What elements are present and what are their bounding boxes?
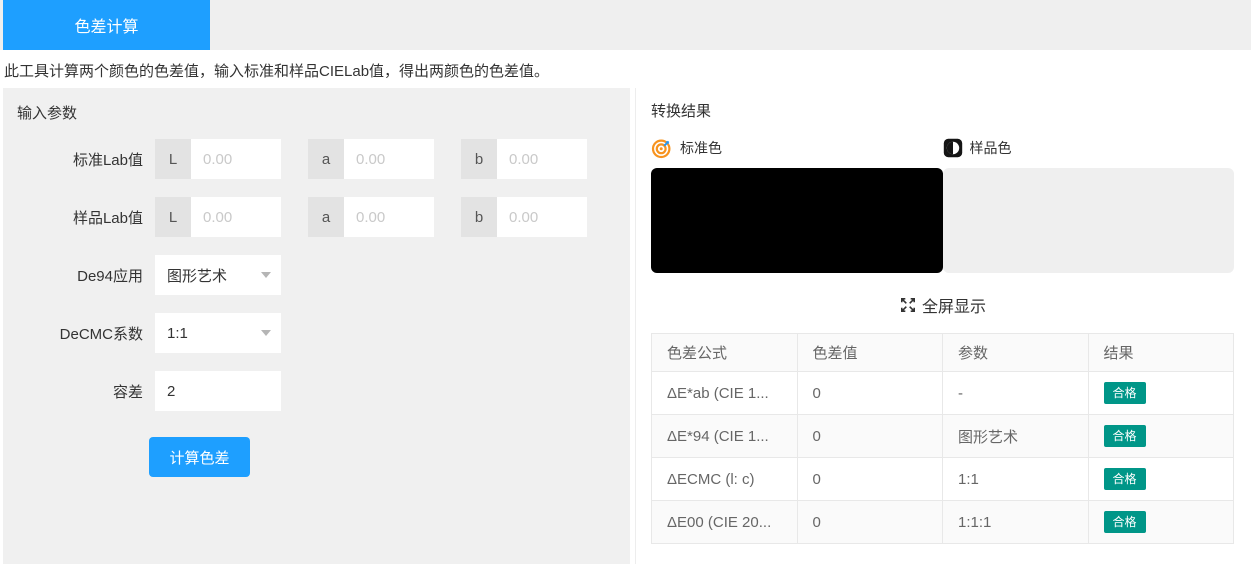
result-cell: 合格 [1088, 415, 1234, 458]
standard-b-input[interactable] [497, 139, 587, 179]
sample-lab-row: 样品Lab值 L a b [17, 197, 616, 237]
chevron-down-icon [261, 330, 271, 336]
standard-l-group: L [155, 139, 281, 179]
tool-description: 此工具计算两个颜色的色差值，输入标准和样品CIELab值，得出两颜色的色差值。 [0, 50, 1251, 88]
sample-color-label-group: 样品色 [943, 137, 1235, 159]
formula-cell: ΔE00 (CIE 20... [652, 501, 798, 544]
decmc-label: DeCMC系数 [17, 323, 155, 344]
params-cell: - [943, 372, 1089, 415]
pass-badge: 合格 [1104, 382, 1146, 404]
sample-a-input[interactable] [344, 197, 434, 237]
fullscreen-button[interactable]: 全屏显示 [651, 293, 1234, 317]
header-params: 参数 [943, 334, 1089, 372]
standard-a-input[interactable] [344, 139, 434, 179]
decmc-row: DeCMC系数 1:1 [17, 313, 616, 353]
input-panel: 输入参数 标准Lab值 L a b 样品Lab值 L [3, 88, 630, 564]
standard-color-label-group: 标准色 [651, 137, 943, 159]
de94-selected-value: 图形艺术 [167, 265, 261, 286]
pass-badge: 合格 [1104, 511, 1146, 533]
target-icon [651, 137, 673, 159]
table-row: ΔE00 (CIE 20... 0 1:1:1 合格 [652, 501, 1234, 544]
calculate-button[interactable]: 计算色差 [149, 437, 250, 477]
standard-color-swatch [651, 168, 943, 273]
sample-color-swatch [943, 168, 1235, 273]
sample-b-group: b [461, 197, 587, 237]
header-formula: 色差公式 [652, 334, 798, 372]
value-cell: 0 [797, 458, 943, 501]
value-cell: 0 [797, 372, 943, 415]
standard-a-group: a [308, 139, 434, 179]
params-cell: 1:1 [943, 458, 1089, 501]
result-panel-title: 转换结果 [651, 100, 1234, 121]
de94-label: De94应用 [17, 265, 155, 286]
sample-l-input[interactable] [191, 197, 281, 237]
table-row: ΔE*ab (CIE 1... 0 - 合格 [652, 372, 1234, 415]
standard-lab-label: 标准Lab值 [17, 149, 155, 170]
tab-color-difference[interactable]: 色差计算 [3, 0, 210, 50]
params-cell: 1:1:1 [943, 501, 1089, 544]
swatch-labels-row: 标准色 样品色 [651, 137, 1234, 159]
standard-a-prefix: a [308, 139, 344, 179]
standard-l-prefix: L [155, 139, 191, 179]
standard-b-group: b [461, 139, 587, 179]
input-panel-title: 输入参数 [17, 102, 616, 123]
tolerance-input[interactable] [155, 371, 281, 411]
pass-badge: 合格 [1104, 468, 1146, 490]
standard-lab-row: 标准Lab值 L a b [17, 139, 616, 179]
de94-row: De94应用 图形艺术 [17, 255, 616, 295]
result-table-header-row: 色差公式 色差值 参数 结果 [652, 334, 1234, 372]
table-row: ΔE*94 (CIE 1... 0 图形艺术 合格 [652, 415, 1234, 458]
color-swatches [651, 168, 1234, 273]
formula-cell: ΔE*94 (CIE 1... [652, 415, 798, 458]
expand-icon [899, 296, 917, 314]
tolerance-row: 容差 [17, 371, 616, 411]
sample-a-prefix: a [308, 197, 344, 237]
formula-cell: ΔE*ab (CIE 1... [652, 372, 798, 415]
formula-cell: ΔECMC (l: c) [652, 458, 798, 501]
sample-lab-label: 样品Lab值 [17, 207, 155, 228]
result-cell: 合格 [1088, 372, 1234, 415]
result-cell: 合格 [1088, 458, 1234, 501]
sample-color-label: 样品色 [970, 138, 1012, 158]
standard-b-prefix: b [461, 139, 497, 179]
sample-l-group: L [155, 197, 281, 237]
sample-a-group: a [308, 197, 434, 237]
tolerance-label: 容差 [17, 381, 155, 402]
value-cell: 0 [797, 501, 943, 544]
result-table: 色差公式 色差值 参数 结果 ΔE*ab (CIE 1... 0 - 合格 ΔE… [651, 333, 1234, 544]
pass-badge: 合格 [1104, 425, 1146, 447]
result-panel: 转换结果 标准色 [635, 88, 1251, 564]
table-row: ΔECMC (l: c) 0 1:1 合格 [652, 458, 1234, 501]
tab-bar: 色差计算 [0, 0, 1251, 50]
contrast-icon [943, 138, 963, 158]
de94-select[interactable]: 图形艺术 [155, 255, 281, 295]
sample-l-prefix: L [155, 197, 191, 237]
decmc-selected-value: 1:1 [167, 325, 261, 342]
result-cell: 合格 [1088, 501, 1234, 544]
main-content: 输入参数 标准Lab值 L a b 样品Lab值 L [0, 88, 1251, 564]
header-result: 结果 [1088, 334, 1234, 372]
standard-l-input[interactable] [191, 139, 281, 179]
fullscreen-label: 全屏显示 [922, 293, 986, 317]
value-cell: 0 [797, 415, 943, 458]
standard-color-label: 标准色 [680, 138, 722, 158]
decmc-select[interactable]: 1:1 [155, 313, 281, 353]
sample-b-prefix: b [461, 197, 497, 237]
header-value: 色差值 [797, 334, 943, 372]
sample-b-input[interactable] [497, 197, 587, 237]
params-cell: 图形艺术 [943, 415, 1089, 458]
chevron-down-icon [261, 272, 271, 278]
